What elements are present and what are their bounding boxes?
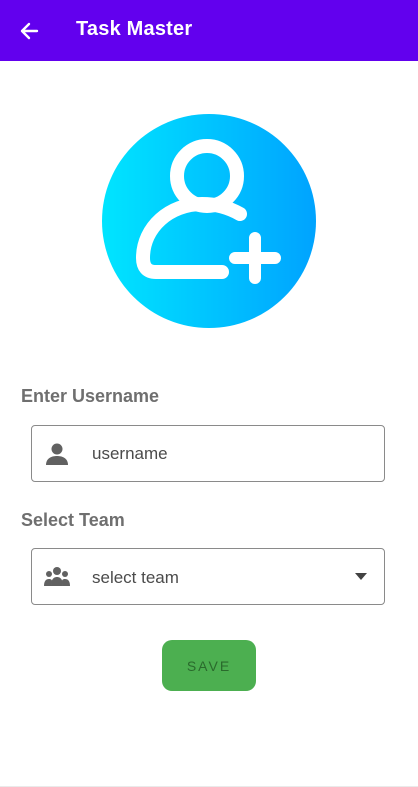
app-title: Task Master <box>76 18 193 40</box>
team-label: Select Team <box>21 510 125 530</box>
dropdown-arrow-icon <box>355 573 367 580</box>
save-button[interactable]: SAVE <box>162 640 256 691</box>
add-user-avatar <box>102 114 316 328</box>
username-label: Enter Username <box>21 386 160 406</box>
team-select-value: select team <box>92 568 179 587</box>
username-input[interactable] <box>92 440 362 468</box>
username-field[interactable] <box>31 425 385 482</box>
arrow-back-icon <box>20 22 39 40</box>
group-icon <box>44 567 70 586</box>
add-user-icon <box>102 114 316 328</box>
back-button[interactable] <box>10 12 48 50</box>
app-bar: Task Master <box>0 0 418 61</box>
team-select[interactable]: select team <box>31 548 385 605</box>
person-icon <box>46 443 68 465</box>
